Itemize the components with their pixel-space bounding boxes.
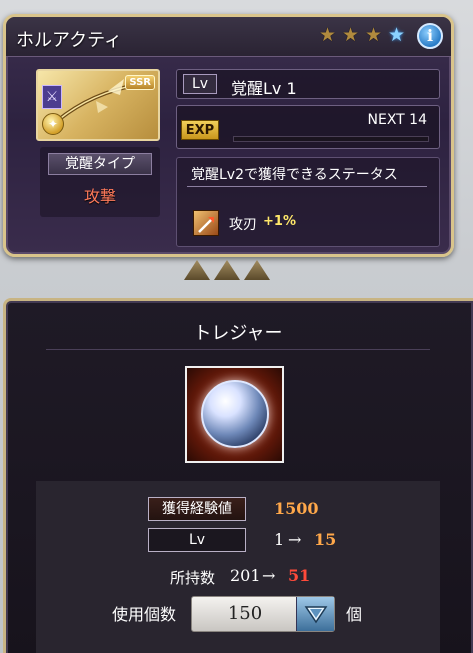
awaken-type-box: 覚醒タイプ 攻撃 bbox=[40, 147, 160, 217]
held-from: 201 bbox=[230, 566, 261, 585]
exp-tag: EXP bbox=[181, 120, 219, 140]
treasure-panel: トレジャー 獲得経験値 1500 Lv 1 → 15 所持数 201 → 51 … bbox=[3, 298, 473, 653]
treasure-title: トレジャー bbox=[193, 323, 283, 344]
treasure-level-label: Lv bbox=[148, 528, 246, 552]
level-from: 1 bbox=[274, 530, 285, 549]
awaken-type-value: 攻撃 bbox=[83, 187, 116, 206]
up-arrows bbox=[184, 260, 270, 280]
star-icon: ★ bbox=[319, 24, 337, 46]
star-icon: ★ bbox=[342, 24, 360, 46]
held-to: 51 bbox=[288, 566, 311, 585]
quantity-dropdown-button[interactable] bbox=[296, 597, 334, 631]
exp-gain-value: 1500 bbox=[274, 499, 319, 518]
weapon-card: ホルアクティ ★ ★ ★ ★ i ⚔ ✦ SSR 覚醒タイプ 攻撃 Lv 覚醒L… bbox=[3, 14, 454, 257]
awaken-type-label: 覚醒タイプ bbox=[48, 153, 152, 175]
arrow-up-icon bbox=[184, 260, 210, 280]
next-exp-text: NEXT 14 bbox=[367, 112, 427, 128]
level-arrow: → bbox=[288, 530, 302, 549]
next-status-box: 覚醒Lv2で獲得できるステータス 攻刃 +1% bbox=[176, 157, 440, 247]
quantity-value: 150 bbox=[227, 603, 263, 624]
level-row: Lv 覚醒Lv 1 bbox=[176, 69, 440, 99]
treasure-info: 獲得経験値 1500 Lv 1 → 15 所持数 201 → 51 使用個数 1… bbox=[36, 481, 440, 653]
attack-up-icon bbox=[193, 210, 219, 236]
status-bonus: +1% bbox=[263, 214, 296, 229]
divider bbox=[187, 186, 427, 187]
rarity-badge: SSR bbox=[125, 75, 155, 90]
exp-row: EXP NEXT 14 bbox=[176, 105, 440, 149]
coin-icon: ✦ bbox=[42, 113, 64, 135]
status-name: 攻刃 bbox=[229, 217, 257, 233]
treasure-image[interactable] bbox=[185, 366, 284, 463]
chevron-down-icon bbox=[304, 606, 328, 624]
use-count-label: 使用個数 bbox=[112, 605, 177, 624]
held-count-label: 所持数 bbox=[170, 569, 216, 587]
held-arrow: → bbox=[262, 566, 276, 585]
blue-star-icon: ★ bbox=[388, 24, 406, 46]
element-icon: ⚔ bbox=[42, 85, 62, 109]
divider bbox=[46, 349, 430, 350]
exp-bar bbox=[233, 136, 429, 142]
star-icon: ★ bbox=[365, 24, 383, 46]
level-tag: Lv bbox=[183, 74, 218, 94]
weapon-name: ホルアクティ bbox=[16, 30, 123, 51]
rarity-stars: ★ ★ ★ ★ bbox=[319, 26, 407, 45]
weapon-thumbnail[interactable]: ⚔ ✦ SSR bbox=[36, 69, 160, 141]
card-title-bar: ホルアクティ ★ ★ ★ ★ i bbox=[6, 17, 451, 57]
quantity-select[interactable]: 150 bbox=[191, 596, 335, 632]
exp-gain-label: 獲得経験値 bbox=[148, 497, 246, 521]
arrow-up-icon bbox=[244, 260, 270, 280]
unit-label: 個 bbox=[346, 605, 363, 624]
arrow-up-icon bbox=[214, 260, 240, 280]
level-to: 15 bbox=[314, 530, 337, 549]
awaken-level-text: 覚醒Lv 1 bbox=[231, 79, 297, 98]
orb-icon bbox=[201, 380, 269, 448]
info-icon[interactable]: i bbox=[417, 23, 443, 49]
status-title: 覚醒Lv2で獲得できるステータス bbox=[191, 167, 398, 183]
